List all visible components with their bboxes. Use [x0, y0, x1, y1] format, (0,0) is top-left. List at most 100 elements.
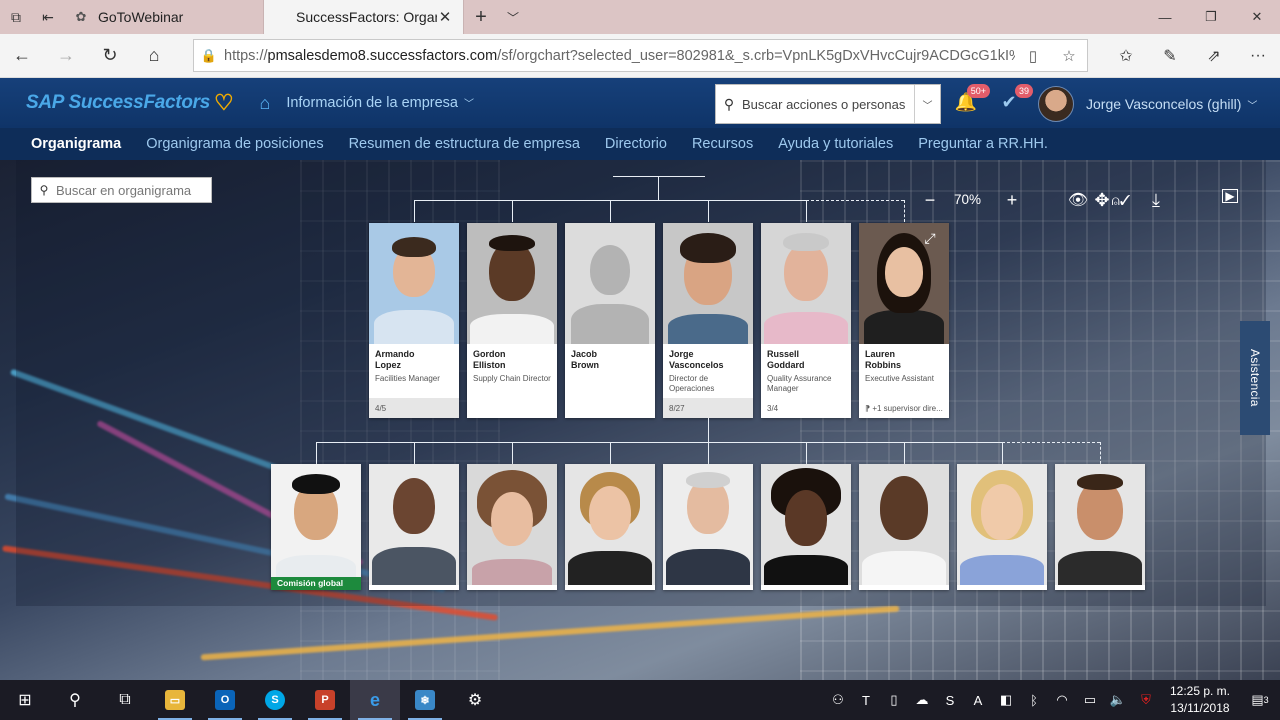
employee-card[interactable]: Armando Lopez Facilities Manager 4/5	[369, 223, 459, 418]
direct-report-count[interactable]: 4/5	[369, 398, 459, 418]
zoom-in-icon[interactable]: +	[1004, 190, 1020, 210]
file-explorer-icon[interactable]: ▭	[150, 680, 200, 720]
employee-card[interactable]	[369, 464, 459, 590]
onedrive-icon[interactable]: ☁	[908, 680, 936, 720]
acrobat-icon[interactable]: A	[964, 680, 992, 720]
subnav-directorio[interactable]: Directorio	[605, 136, 667, 152]
minimize-icon[interactable]: —	[1142, 0, 1188, 34]
people-icon[interactable]: ⚇	[824, 680, 852, 720]
orgchart-canvas[interactable]: ⚲ Buscar en organigrama − 70% + 👁 ✥ ⍝✓ ⤓…	[0, 160, 1280, 680]
forward-icon[interactable]: →	[44, 34, 88, 78]
heart-logo-icon: ♡	[214, 90, 234, 115]
clock[interactable]: 12:25 p. m. 13/11/2018	[1160, 683, 1240, 717]
subnav-ayuda[interactable]: Ayuda y tutoriales	[778, 136, 893, 152]
volume-icon[interactable]: 🔈	[1104, 680, 1132, 720]
employee-photo	[663, 223, 753, 344]
start-windows-icon[interactable]: ⊞	[0, 680, 50, 720]
employee-name: Jorge Vasconcelos	[669, 349, 724, 370]
employee-card[interactable]: ⤢ Lauren Robbins Executive Assistant ⁋ +1…	[859, 223, 949, 418]
eye-icon[interactable]: 👁	[1068, 190, 1088, 210]
close-window-icon[interactable]: ✕	[1234, 0, 1280, 34]
presentation-icon[interactable]: ▶	[1222, 189, 1238, 203]
search-dropdown-icon[interactable]: ﹀	[914, 85, 940, 123]
direct-report-count[interactable]: 3/4	[761, 398, 851, 418]
employee-card[interactable]: Jorge Vasconcelos Director de Operaciones…	[663, 223, 753, 418]
pen-icon[interactable]: ✎	[1148, 34, 1192, 78]
employee-card[interactable]: Comisión global	[271, 464, 361, 590]
powerpoint-icon[interactable]: P	[300, 680, 350, 720]
avatar[interactable]	[1038, 86, 1074, 122]
home-icon[interactable]: ⌂	[259, 93, 270, 114]
sf-logo[interactable]: SAP SuccessFactors ♡	[26, 90, 234, 116]
url-field[interactable]: 🔒 https://pmsalesdemo8.successfactors.co…	[193, 39, 1088, 72]
employee-card[interactable]	[957, 464, 1047, 590]
notifications-bell-icon[interactable]: 🔔 50+	[954, 84, 990, 114]
tab-actions-icon[interactable]: ⧉	[0, 0, 32, 34]
home-icon[interactable]: ⌂	[132, 34, 176, 78]
search-icon[interactable]: ⚲	[50, 680, 100, 720]
tab-gotowebinar[interactable]: ✿ GoToWebinar	[64, 0, 264, 34]
new-tab-icon[interactable]: +	[464, 0, 498, 34]
close-tab-icon[interactable]: ✕	[437, 8, 453, 26]
employee-card[interactable]	[467, 464, 557, 590]
user-menu[interactable]: Jorge Vasconcelos (ghill) ﹀	[1086, 96, 1257, 112]
tab-successfactors[interactable]: SuccessFactors: Organig ✕	[264, 0, 464, 34]
set-aside-tabs-icon[interactable]: ⇤	[32, 0, 64, 34]
orgchart-search-input[interactable]: ⚲ Buscar en organigrama	[31, 177, 212, 203]
subnav-resumen-estructura[interactable]: Resumen de estructura de empresa	[349, 136, 580, 152]
subnav-organigrama[interactable]: Organigrama	[31, 136, 121, 152]
todo-check-icon[interactable]: ✔ 39	[997, 84, 1033, 114]
subnav-recursos[interactable]: Recursos	[692, 136, 753, 152]
favorite-star-icon[interactable]: ☆	[1051, 47, 1087, 65]
usb-icon[interactable]: ▯	[880, 680, 908, 720]
tab-list-chevron-icon[interactable]: ﹀	[498, 0, 528, 34]
task-view-icon[interactable]: ⧉	[100, 680, 150, 720]
teams-icon[interactable]: T	[852, 680, 880, 720]
wifi-icon[interactable]: ◠	[1048, 680, 1076, 720]
employee-card[interactable]: Jacob Brown	[565, 223, 655, 418]
action-center-icon[interactable]: ▤ 3	[1240, 680, 1280, 720]
more-icon[interactable]: ···	[1236, 34, 1280, 78]
note-app-icon[interactable]: ◧	[992, 680, 1020, 720]
employee-card[interactable]	[859, 464, 949, 590]
restore-icon[interactable]: ❐	[1188, 0, 1234, 34]
todo-badge: 39	[1014, 84, 1033, 98]
back-icon[interactable]: ←	[0, 34, 44, 78]
connector-line	[316, 442, 1002, 443]
dotted-line-supervisor[interactable]: ⁋ +1 supervisor dire...	[859, 398, 949, 418]
chevron-down-icon: ﹀	[463, 99, 474, 110]
subnav-organigrama-posiciones[interactable]: Organigrama de posiciones	[146, 136, 323, 152]
bluetooth-icon[interactable]: ᛒ	[1020, 680, 1048, 720]
assistance-side-tab[interactable]: Asistencia	[1240, 321, 1270, 435]
snowflake-app-icon[interactable]: ❄	[400, 680, 450, 720]
chevron-down-icon: ﹀	[1247, 101, 1258, 112]
outlook-icon[interactable]: O	[200, 680, 250, 720]
employee-card[interactable]	[1055, 464, 1145, 590]
user-check-icon[interactable]: ⍝✓	[1110, 190, 1132, 210]
subnav-preguntar-rrhh[interactable]: Preguntar a RR.HH.	[918, 136, 1048, 152]
employee-card[interactable]	[565, 464, 655, 590]
sf-search-input[interactable]: ⚲ Buscar acciones o personas ﹀	[715, 84, 941, 124]
employee-photo	[565, 464, 655, 585]
skype-icon[interactable]: S	[250, 680, 300, 720]
reading-view-icon[interactable]: ▯	[1015, 47, 1051, 65]
share-icon[interactable]: ⇗	[1192, 34, 1236, 78]
favorites-icon[interactable]: ✩	[1104, 34, 1148, 78]
employee-photo-placeholder	[565, 223, 655, 344]
mcafee-shield-icon[interactable]: ⛨	[1132, 680, 1160, 720]
expand-icon[interactable]: ⤢	[921, 229, 939, 247]
employee-card[interactable]	[663, 464, 753, 590]
employee-card[interactable]: Russell Goddard Quality Assurance Manager…	[761, 223, 851, 418]
settings-gear-icon[interactable]: ⚙	[450, 680, 500, 720]
direct-report-count[interactable]: 8/27	[663, 398, 753, 418]
battery-icon[interactable]: ▭	[1076, 680, 1104, 720]
refresh-icon[interactable]: ↻	[88, 34, 132, 78]
connector-line	[316, 442, 317, 464]
skype-tray-icon[interactable]: S	[936, 680, 964, 720]
employee-card[interactable]: Gordon Elliston Supply Chain Director	[467, 223, 557, 418]
zoom-out-icon[interactable]: −	[922, 190, 938, 210]
module-selector[interactable]: Información de la empresa ﹀	[286, 95, 474, 111]
employee-card[interactable]	[761, 464, 851, 590]
download-icon[interactable]: ⤓	[1146, 190, 1166, 210]
edge-browser-icon[interactable]: e	[350, 680, 400, 720]
